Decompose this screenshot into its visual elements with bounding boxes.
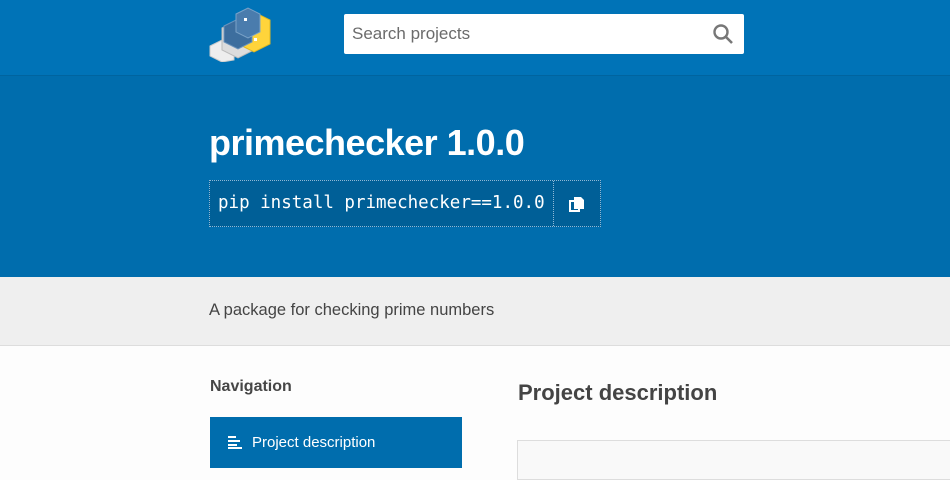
sidebar-item-label: Project description (252, 434, 376, 451)
search-input[interactable] (344, 14, 694, 54)
project-description-content (517, 440, 950, 480)
pip-command[interactable]: pip install primechecker==1.0.0 (210, 181, 554, 226)
package-summary: A package for checking prime numbers (209, 301, 495, 319)
search-icon[interactable] (712, 23, 734, 45)
list-icon (228, 436, 242, 449)
package-title: primechecker 1.0.0 (209, 122, 525, 163)
navigation-heading: Navigation (210, 378, 292, 395)
copy-icon (568, 196, 584, 212)
package-summary-band: A package for checking prime numbers (0, 277, 950, 346)
package-header: primechecker 1.0.0 pip install primechec… (0, 76, 950, 277)
pip-install-box: pip install primechecker==1.0.0 (209, 180, 601, 227)
copy-button[interactable] (554, 181, 600, 226)
pypi-logo[interactable] (208, 6, 276, 62)
sidebar-item-project-description[interactable]: Project description (210, 417, 462, 468)
search-box[interactable] (344, 14, 744, 54)
project-description-heading: Project description (518, 380, 718, 405)
top-bar (0, 0, 950, 76)
